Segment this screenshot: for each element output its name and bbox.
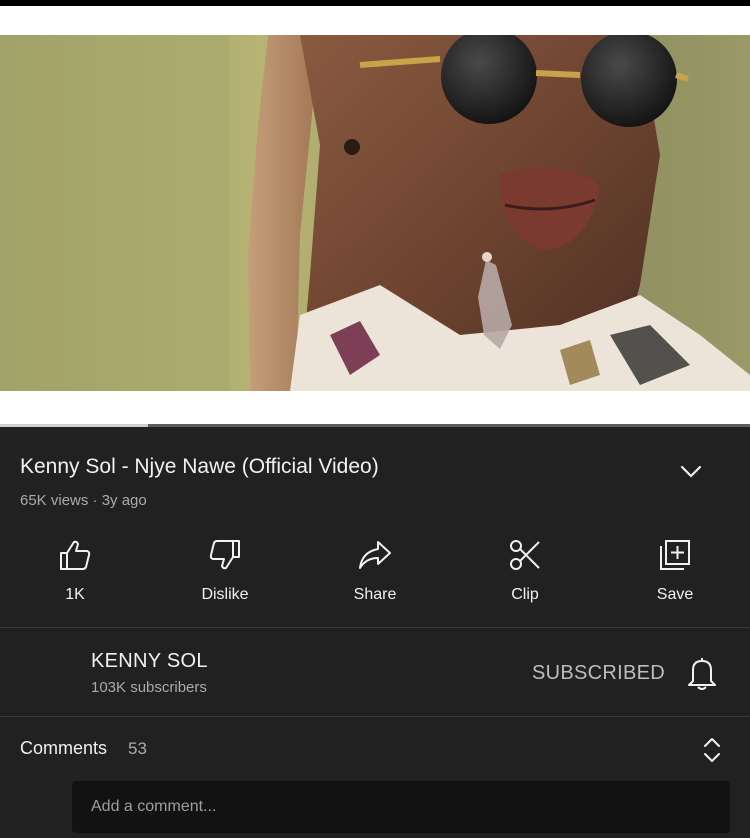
divider [0, 716, 750, 717]
share-arrow-icon [355, 536, 395, 574]
save-label: Save [656, 586, 694, 603]
chevron-down-icon [680, 465, 702, 478]
subscriber-count: 103K subscribers [91, 679, 207, 696]
channel-name[interactable]: KENNY SOL [91, 650, 208, 673]
action-bar: 1K Dislike Share Clip Save [0, 536, 750, 616]
expand-description-button[interactable] [676, 457, 706, 487]
share-button[interactable]: Share [300, 536, 450, 616]
clip-label: Clip [511, 586, 539, 603]
like-count: 1K [65, 586, 85, 603]
comments-expand-toggle[interactable] [700, 736, 724, 764]
video-title-row[interactable]: Kenny Sol - Njye Nawe (Official Video) [20, 452, 730, 484]
video-frame[interactable] [0, 35, 750, 391]
thumbs-up-icon [55, 536, 95, 574]
bell-icon [688, 658, 716, 690]
video-still [0, 35, 750, 391]
comment-input-box[interactable] [72, 781, 730, 833]
save-button[interactable]: Save [600, 536, 750, 616]
comment-input[interactable] [72, 781, 730, 833]
divider [0, 627, 750, 628]
video-title: Kenny Sol - Njye Nawe (Official Video) [20, 455, 379, 478]
thumbs-down-icon [205, 536, 245, 574]
scissors-icon [505, 536, 545, 574]
clip-button[interactable]: Clip [450, 536, 600, 616]
video-meta: 65K views · 3y ago [20, 492, 147, 509]
notification-bell-button[interactable] [686, 655, 718, 691]
dislike-label: Dislike [201, 586, 249, 603]
comments-heading[interactable]: Comments [20, 738, 107, 759]
playlist-add-icon [655, 536, 695, 574]
video-progress-bar[interactable] [0, 424, 750, 427]
unfold-icon [704, 738, 720, 762]
subscribed-button[interactable]: SUBSCRIBED [532, 662, 665, 685]
video-progress-fill [0, 424, 148, 427]
dislike-button[interactable]: Dislike [150, 536, 300, 616]
like-button[interactable]: 1K [0, 536, 150, 616]
comments-count: 53 [128, 739, 147, 758]
share-label: Share [353, 586, 397, 603]
